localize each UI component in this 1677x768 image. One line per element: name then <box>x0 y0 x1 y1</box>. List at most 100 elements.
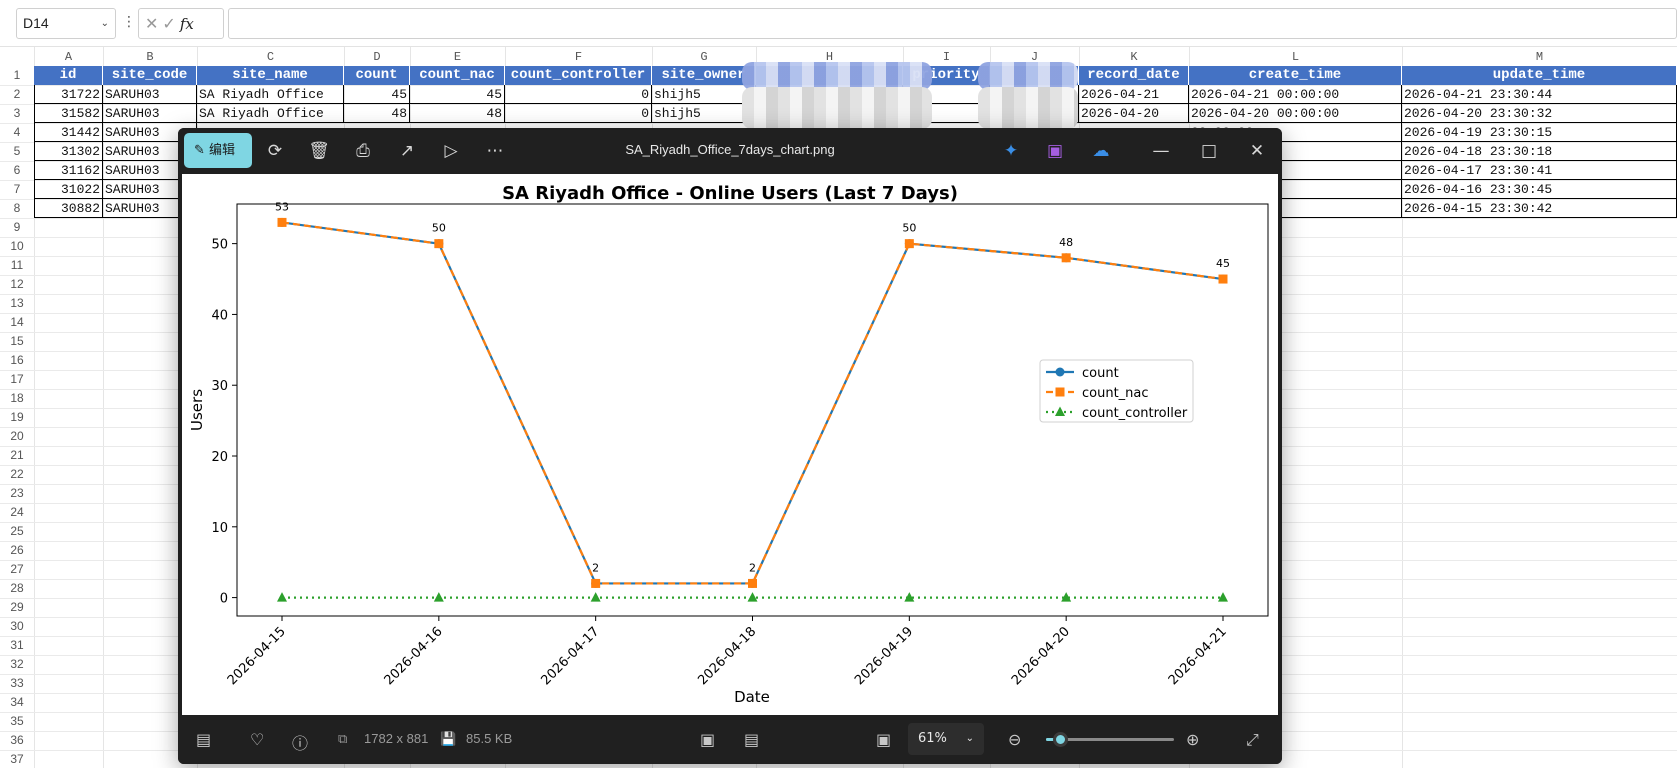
table-cell[interactable]: SA Riyadh Office <box>197 85 344 104</box>
zoom-in-icon[interactable]: ⊕ <box>1186 730 1199 749</box>
zoom-dropdown[interactable]: 61% ⌄ <box>908 723 984 755</box>
data-label: 2 <box>749 561 756 574</box>
slideshow-icon[interactable]: ▷ <box>438 138 464 164</box>
column-header[interactable]: M <box>1402 50 1677 65</box>
maximize-icon[interactable]: □ <box>1196 138 1222 164</box>
table-cell[interactable]: 48 <box>344 104 410 123</box>
row-header[interactable]: 37 <box>0 752 34 768</box>
zoom-slider[interactable] <box>1046 732 1174 747</box>
table-cell[interactable]: SARUH03 <box>103 104 197 123</box>
function-icon[interactable]: fx <box>180 15 194 33</box>
table-cell[interactable]: 31442 <box>34 123 103 142</box>
x-tick-label: 2026-04-17 <box>538 624 602 688</box>
filmstrip-icon[interactable]: ▤ <box>196 730 211 749</box>
chart-title: SA Riyadh Office - Online Users (Last 7 … <box>502 183 958 204</box>
name-box[interactable]: D14 ⌄ <box>16 8 116 39</box>
table-cell[interactable]: SA Riyadh Office <box>197 104 344 123</box>
more-vertical-icon[interactable]: ⋮ <box>122 14 136 30</box>
info-icon[interactable]: ⓘ <box>292 730 308 754</box>
table-header-cell[interactable]: site_name <box>197 66 344 85</box>
table-cell[interactable]: 2026-04-20 <box>1079 104 1189 123</box>
minimize-icon[interactable]: — <box>1148 138 1174 164</box>
image-canvas: SA Riyadh Office - Online Users (Last 7 … <box>182 174 1278 715</box>
x-tick-label: 2026-04-19 <box>852 624 916 688</box>
table-cell[interactable]: 31302 <box>34 142 103 161</box>
table-cell[interactable]: 2026-04-20 23:30:32 <box>1402 104 1677 123</box>
table-header-cell[interactable]: record_date <box>1079 66 1189 85</box>
table-header-cell[interactable]: count_nac <box>410 66 505 85</box>
cancel-icon[interactable]: ✕ <box>145 14 162 33</box>
data-point-count_controller <box>433 592 444 602</box>
table-header-cell[interactable]: site_owner <box>652 66 756 85</box>
data-label: 50 <box>902 222 916 235</box>
y-tick-label: 50 <box>211 238 228 253</box>
close-icon[interactable]: ✕ <box>1244 138 1270 164</box>
table-cell[interactable]: 2026-04-15 23:30:42 <box>1402 199 1677 218</box>
zoom-slider-knob[interactable] <box>1053 732 1069 747</box>
edit-button[interactable]: ✎ 编辑 <box>184 133 252 168</box>
table-cell[interactable]: SARUH03 <box>103 85 197 104</box>
share-icon[interactable]: ↗ <box>394 138 420 164</box>
more-icon[interactable]: ⋯ <box>482 138 508 164</box>
table-cell[interactable]: shijh5 <box>652 85 756 104</box>
column-header[interactable]: L <box>1189 50 1402 65</box>
favorite-icon[interactable]: ♡ <box>250 730 264 749</box>
table-cell[interactable]: 0 <box>505 85 652 104</box>
table-header-cell[interactable]: count <box>344 66 410 85</box>
table-header-cell[interactable]: update_time <box>1402 66 1677 85</box>
table-cell[interactable]: 31162 <box>34 161 103 180</box>
x-tick-label: 2026-04-18 <box>695 624 759 688</box>
zoom-value: 61% <box>918 731 947 746</box>
clipchamp-icon[interactable]: ▣ <box>1042 138 1068 164</box>
table-cell[interactable]: 30882 <box>34 199 103 218</box>
onedrive-icon[interactable]: ☁ <box>1088 138 1114 164</box>
print-icon[interactable]: ⎙ <box>350 138 376 164</box>
table-cell[interactable]: 48 <box>410 104 505 123</box>
table-header-cell[interactable]: create_time <box>1189 66 1402 85</box>
column-header[interactable]: K <box>1079 50 1189 65</box>
table-cell[interactable]: 2026-04-17 23:30:41 <box>1402 161 1677 180</box>
screen-capture-icon[interactable]: ▣ <box>700 730 715 749</box>
table-cell[interactable]: 2026-04-16 23:30:45 <box>1402 180 1677 199</box>
table-cell[interactable]: 2026-04-21 <box>1079 85 1189 104</box>
viewer-statusbar: ▤ ♡ ⓘ ⧉ 1782 x 881 💾 85.5 KB ▣ ▤ ▣ 61% ⌄… <box>178 715 1282 764</box>
table-cell[interactable]: 45 <box>410 85 505 104</box>
table-header-cell[interactable]: site_code <box>103 66 197 85</box>
table-cell[interactable]: 2026-04-21 00:00:00 <box>1189 85 1402 104</box>
table-cell[interactable]: 2026-04-18 23:30:18 <box>1402 142 1677 161</box>
column-header[interactable]: G <box>652 50 756 65</box>
table-cell[interactable]: 2026-04-21 23:30:44 <box>1402 85 1677 104</box>
column-header[interactable]: E <box>410 50 505 65</box>
rotate-icon[interactable]: ⟳ <box>262 138 288 164</box>
table-cell[interactable]: 2026-04-20 00:00:00 <box>1189 104 1402 123</box>
table-header-cell[interactable]: count_controller <box>505 66 652 85</box>
fit-screen-icon[interactable]: ▣ <box>876 730 891 749</box>
delete-icon[interactable]: 🗑 <box>306 138 332 164</box>
designer-icon[interactable]: ✦ <box>998 138 1024 164</box>
redacted-header <box>978 62 1078 90</box>
column-header[interactable]: D <box>344 50 410 65</box>
chevron-down-icon[interactable]: ⌄ <box>101 9 109 38</box>
x-tick-label: 2026-04-16 <box>382 624 446 688</box>
column-header[interactable]: F <box>505 50 652 65</box>
zoom-out-icon[interactable]: ⊖ <box>1008 730 1021 749</box>
fullscreen-icon[interactable]: ⤢ <box>1246 730 1259 750</box>
column-header[interactable]: A <box>34 50 103 65</box>
data-label: 2 <box>592 561 599 574</box>
formula-input[interactable] <box>228 8 1677 39</box>
table-cell[interactable]: 31582 <box>34 104 103 123</box>
dimensions-icon: ⧉ <box>338 731 348 746</box>
data-point-count_nac <box>1061 253 1071 263</box>
table-cell[interactable]: 0 <box>505 104 652 123</box>
check-icon[interactable]: ✓ <box>162 14 179 33</box>
text-scan-icon[interactable]: ▤ <box>744 730 759 749</box>
column-header[interactable]: B <box>103 50 197 65</box>
table-cell[interactable]: 2026-04-19 23:30:15 <box>1402 123 1677 142</box>
table-cell[interactable]: 45 <box>344 85 410 104</box>
column-header[interactable]: C <box>197 50 344 65</box>
table-cell[interactable]: 31722 <box>34 85 103 104</box>
table-header-cell[interactable]: id <box>34 66 103 85</box>
save-icon: 💾 <box>440 731 457 746</box>
table-cell[interactable]: shijh5 <box>652 104 756 123</box>
table-cell[interactable]: 31022 <box>34 180 103 199</box>
